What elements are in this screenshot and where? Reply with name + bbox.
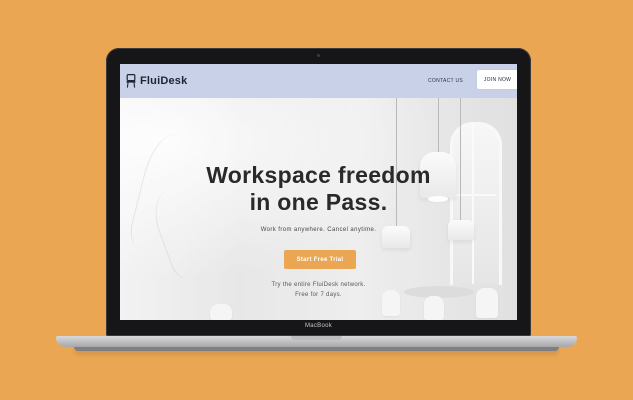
chair-icon	[126, 74, 136, 88]
hero-note: Try the entire FluiDesk network. Free fo…	[120, 280, 517, 300]
camera-dot	[317, 54, 320, 57]
laptop-notch	[291, 336, 342, 340]
logo[interactable]: FluiDesk	[126, 74, 187, 88]
screen: FluiDesk CONTACT US JOIN NOW Workspace f…	[120, 64, 517, 320]
start-free-trial-button[interactable]: Start Free Trial	[284, 250, 356, 269]
hero-title-line: in one Pass.	[249, 189, 388, 215]
laptop-base	[56, 336, 577, 351]
hero-note-line: Free for 7 days.	[295, 292, 342, 298]
hero-subtitle: Work from anywhere. Cancel anytime.	[260, 227, 377, 233]
hero-title-line: Workspace freedom	[206, 162, 431, 188]
device-brand-label: MacBook	[304, 323, 333, 329]
hero-note-line: Try the entire FluiDesk network.	[271, 282, 366, 288]
laptop-base-bottom	[74, 347, 559, 351]
hero-title: Workspace freedom in one Pass.	[120, 162, 517, 216]
laptop-lid: FluiDesk CONTACT US JOIN NOW Workspace f…	[106, 48, 531, 336]
join-now-button[interactable]: JOIN NOW	[477, 70, 517, 89]
contact-us-link[interactable]: CONTACT US	[428, 78, 463, 84]
lid-bezel-bottom: MacBook	[106, 322, 531, 336]
logo-text: FluiDesk	[140, 75, 188, 87]
site-header: FluiDesk CONTACT US JOIN NOW	[120, 64, 517, 98]
